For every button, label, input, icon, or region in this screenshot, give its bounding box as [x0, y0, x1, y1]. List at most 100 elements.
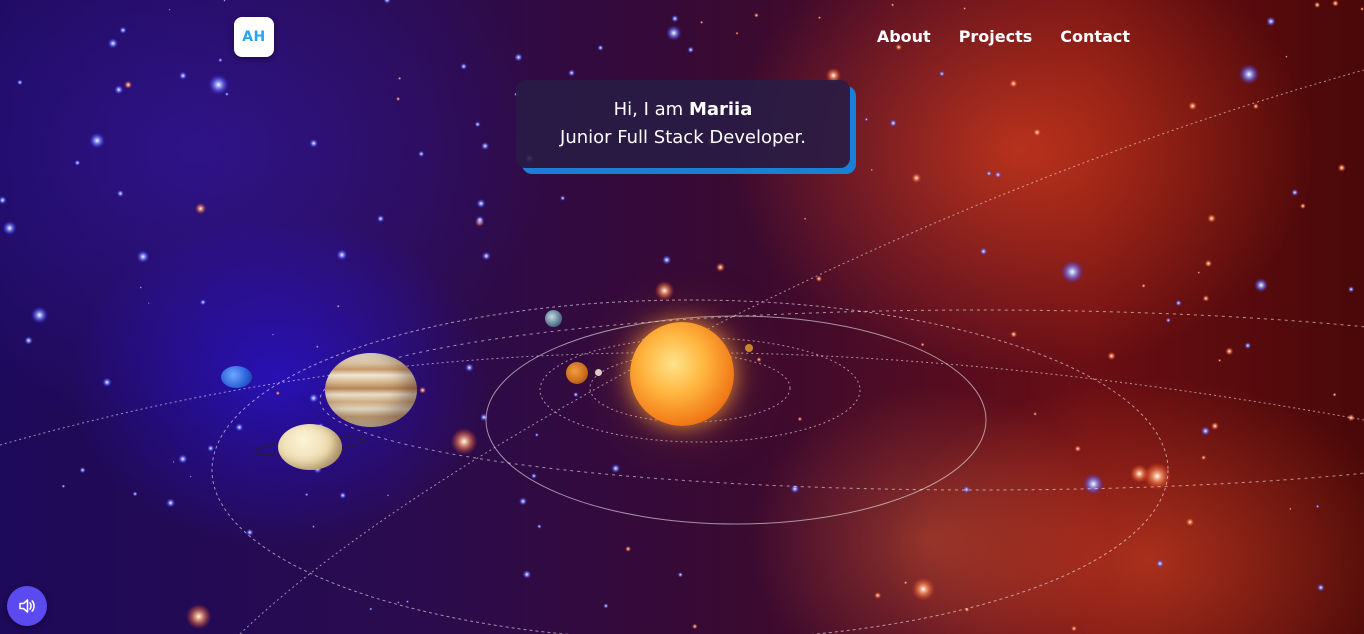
star	[963, 7, 967, 10]
star	[1010, 330, 1018, 338]
star	[1141, 283, 1146, 288]
star	[700, 20, 704, 24]
star	[964, 607, 970, 612]
star	[475, 217, 485, 227]
star	[168, 8, 171, 11]
star	[1082, 473, 1105, 495]
star	[1155, 559, 1165, 568]
star	[172, 460, 175, 463]
star	[177, 454, 188, 464]
speaker-icon	[19, 599, 35, 613]
star	[1107, 351, 1116, 361]
intro-name: Mariia	[688, 99, 753, 120]
planet-earth	[545, 310, 562, 327]
star	[671, 14, 679, 23]
star	[1266, 16, 1276, 27]
star	[207, 444, 215, 452]
logo-text: AH	[242, 29, 266, 45]
star	[790, 484, 800, 494]
star	[994, 171, 1002, 179]
star	[986, 170, 992, 177]
star	[450, 428, 478, 455]
star	[124, 80, 133, 89]
star	[625, 545, 632, 552]
star	[938, 70, 945, 77]
star	[1331, 0, 1339, 7]
star	[474, 121, 481, 128]
star	[603, 603, 609, 609]
star	[903, 580, 908, 585]
planet-jupiter	[325, 353, 417, 427]
star	[308, 393, 319, 403]
star	[107, 38, 119, 49]
star	[1207, 214, 1216, 223]
star	[666, 25, 682, 41]
star	[1299, 203, 1306, 209]
intro-greeting: Hi, I am	[613, 99, 689, 120]
star	[397, 601, 400, 604]
star	[518, 497, 528, 506]
nav-link-contact[interactable]: Contact	[1060, 26, 1130, 48]
star	[24, 336, 33, 345]
star	[271, 333, 275, 336]
star	[568, 69, 576, 77]
star	[376, 214, 385, 223]
star	[1285, 55, 1288, 58]
star	[1009, 79, 1018, 88]
star	[1175, 299, 1182, 307]
star	[0, 195, 7, 205]
star	[1253, 278, 1269, 293]
star	[139, 286, 143, 289]
star	[654, 281, 675, 301]
planet-saturn	[278, 424, 342, 470]
star	[1197, 271, 1201, 274]
star	[756, 357, 762, 363]
star	[315, 345, 319, 349]
star	[419, 386, 427, 394]
star	[1289, 507, 1292, 511]
star	[116, 189, 125, 198]
star	[246, 528, 254, 537]
space-scene: AH About Projects Contact Hi, I am Marii…	[0, 0, 1364, 634]
logo-home-link[interactable]: AH	[234, 17, 274, 57]
star	[1200, 426, 1211, 436]
nav-link-projects[interactable]: Projects	[959, 26, 1033, 48]
star	[383, 0, 391, 4]
star	[1201, 455, 1207, 461]
intro-role: Junior Full Stack Developer.	[560, 127, 806, 148]
star	[336, 249, 348, 261]
star	[1225, 347, 1234, 356]
star	[815, 275, 823, 282]
star	[16, 79, 23, 86]
star	[165, 498, 176, 508]
star	[559, 195, 566, 201]
planet-neptune	[221, 366, 252, 388]
star	[1291, 188, 1299, 197]
star	[119, 26, 127, 34]
star	[178, 71, 188, 80]
star	[195, 203, 207, 215]
sun	[630, 322, 734, 426]
star	[1165, 317, 1172, 323]
nav-link-about[interactable]: About	[877, 26, 931, 48]
sound-toggle-button[interactable]	[7, 586, 47, 626]
star	[89, 132, 106, 149]
star	[304, 492, 309, 497]
star	[1074, 445, 1082, 453]
planet-mars	[566, 362, 588, 384]
star	[1337, 163, 1346, 172]
star	[692, 623, 698, 630]
star	[979, 247, 988, 256]
star	[1210, 422, 1219, 430]
star	[1071, 625, 1077, 632]
main-nav: About Projects Contact	[877, 26, 1130, 48]
star	[1188, 101, 1197, 111]
star	[715, 262, 726, 272]
star	[1316, 583, 1325, 592]
star	[223, 0, 226, 2]
star	[397, 76, 402, 81]
star	[61, 484, 66, 489]
star	[147, 302, 150, 305]
star	[312, 525, 315, 529]
star	[797, 416, 803, 422]
